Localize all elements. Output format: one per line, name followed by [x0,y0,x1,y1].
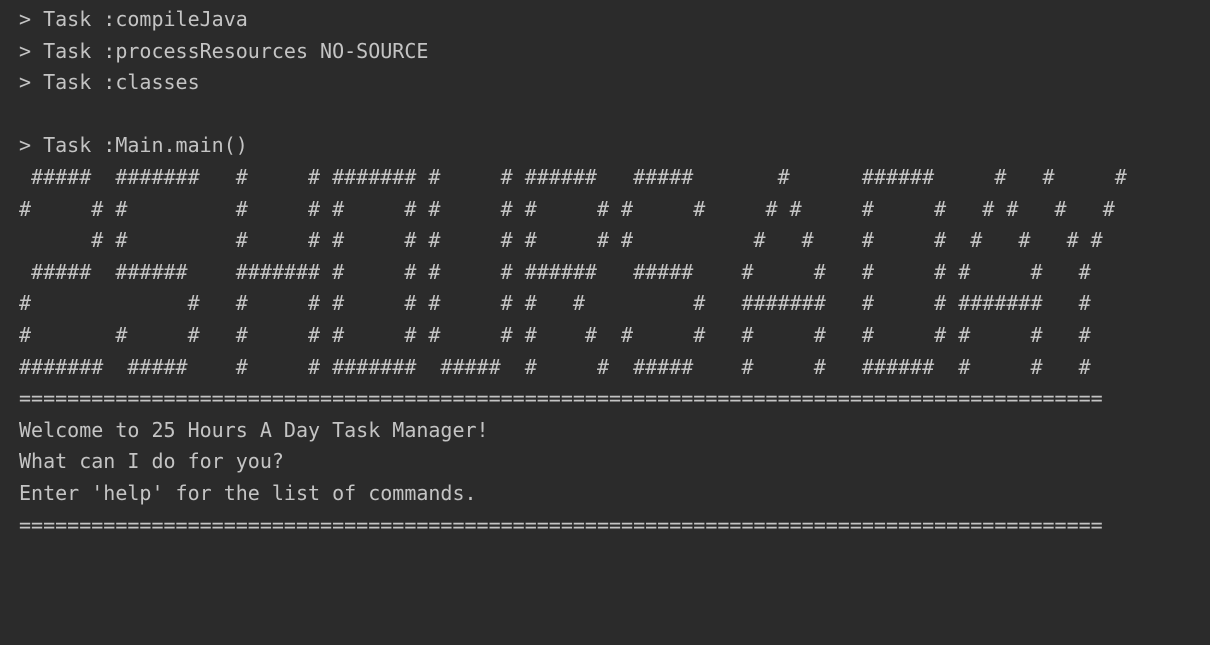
ascii-art-line: # # # # # # # # # # # # # # # # # # # [19,228,1103,253]
console-output: > Task :compileJava > Task :processResour… [19,4,1127,541]
console-line: > Task :processResources NO-SOURCE [19,38,429,63]
help-hint-message: Enter 'help' for the list of commands. [19,480,477,505]
console-line: > Task :classes [19,70,200,95]
console-output-panel[interactable]: > Task :compileJava > Task :processResour… [0,0,1210,645]
ascii-art-line: ##### ####### # # ####### # # ###### ###… [19,164,1127,189]
ascii-art-line: ####### ##### # # ####### ##### # # ####… [19,354,1091,379]
welcome-message: Welcome to 25 Hours A Day Task Manager! [19,417,489,442]
prompt-message: What can I do for you? [19,449,284,474]
ascii-art-line: # # # # # # # # # # # # # # # # # # # # … [19,196,1115,221]
divider-line: ========================================… [19,512,1103,537]
console-line: > Task :compileJava [19,7,248,31]
divider-line: ========================================… [19,386,1103,411]
ascii-art-line: # # # # # # # # # # # # # # # # # # # # [19,322,1091,347]
ascii-art-line: # # # # # # # # # # # ####### # # ######… [19,291,1091,316]
ascii-art-line: ##### ###### ####### # # # # ###### ####… [19,259,1091,284]
console-line: > Task :Main.main() [19,133,248,158]
